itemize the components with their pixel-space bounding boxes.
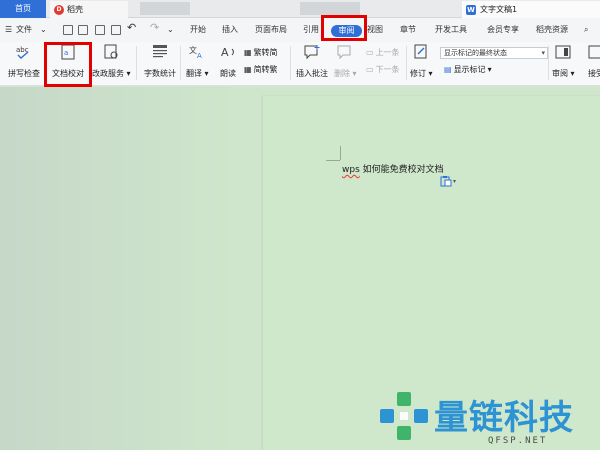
- show-markup-button[interactable]: ▤ 显示标记 ▾: [444, 64, 492, 75]
- spell-check-icon: abc: [14, 44, 34, 60]
- menu-member[interactable]: 会员专享: [487, 23, 519, 37]
- tab-docer[interactable]: D 稻壳: [50, 1, 128, 18]
- highlight-doc-proofread: [44, 42, 92, 87]
- menu-sections[interactable]: 章节: [400, 23, 416, 37]
- watermark-url: QFSP.NET: [488, 436, 548, 446]
- revise-service-button[interactable]: 改政服务 ▾: [92, 44, 131, 79]
- svg-text:文: 文: [189, 45, 197, 55]
- chevron-down-icon: ▾: [487, 65, 492, 74]
- highlight-review-tab: [321, 15, 367, 41]
- ribbon-separator: [406, 46, 407, 80]
- delete-comment-button[interactable]: 删除 ▾: [334, 44, 357, 79]
- document-text-body: 如何能免费校对文档: [359, 165, 444, 175]
- tab-docer-label: 稻壳: [67, 4, 83, 14]
- menu-bar: ☰ 文件 ⌄ ↶ ↷ ⌄ 开始 插入 页面布局 引用 审阅 视图 章节 开发工具…: [0, 18, 600, 42]
- paste-options-icon[interactable]: ▾: [440, 175, 456, 187]
- tab-home[interactable]: 首页: [0, 0, 46, 18]
- comment-add-icon: [302, 44, 322, 60]
- tab-document[interactable]: W 文字文稿1: [462, 1, 600, 18]
- menu-icon[interactable]: ☰: [5, 23, 12, 37]
- accept-label: 接受: [588, 69, 600, 78]
- review-pane-icon: [553, 44, 573, 60]
- misspelled-word: wps: [342, 165, 360, 175]
- revise-service-label: 改政服务 ▾: [92, 69, 131, 78]
- docer-logo-icon: D: [54, 4, 64, 15]
- chevron-down-icon[interactable]: ⌄: [40, 23, 47, 37]
- save-icon[interactable]: [63, 25, 73, 35]
- markup-display-select[interactable]: 显示标记的最终状态: [440, 47, 548, 59]
- menu-view[interactable]: 视图: [367, 23, 383, 37]
- wps-writer-icon: W: [466, 4, 476, 15]
- comment-delete-icon: [335, 44, 355, 60]
- translate-label: 翻译 ▾: [186, 69, 209, 78]
- prev-comment-button[interactable]: ▭ 上一条: [366, 47, 400, 58]
- to-simplified-button[interactable]: ▦ 简转繁: [244, 64, 278, 75]
- track-changes-icon: [411, 44, 431, 60]
- blurred-tab: [140, 2, 190, 15]
- redo-icon[interactable]: ↷: [150, 21, 159, 35]
- simplified-icon: ▦: [244, 65, 252, 74]
- margin-corner-mark: [340, 146, 341, 160]
- margin-corner-mark: [326, 160, 340, 161]
- prev-icon: ▭: [366, 48, 374, 57]
- undo-icon[interactable]: ↶: [127, 21, 136, 35]
- accept-button[interactable]: 接受: [586, 44, 600, 79]
- revise-service-icon: [101, 44, 121, 60]
- markup-icon: ▤: [444, 65, 452, 74]
- accept-icon: [586, 44, 600, 60]
- review-pane-button[interactable]: 审阅 ▾: [552, 44, 575, 79]
- ribbon-separator: [290, 46, 291, 80]
- search-icon[interactable]: ⌕: [584, 23, 588, 37]
- insert-comment-label: 插入批注: [296, 69, 328, 78]
- tab-bar: 首页 D 稻壳 W 文字文稿1: [0, 0, 600, 18]
- read-aloud-button[interactable]: A 朗读: [218, 44, 238, 79]
- menu-file[interactable]: 文件: [16, 23, 32, 37]
- translate-button[interactable]: 文A 翻译 ▾: [186, 44, 209, 79]
- export-icon[interactable]: [78, 25, 88, 35]
- word-count-label: 字数统计: [144, 69, 176, 78]
- svg-text:A: A: [197, 52, 202, 60]
- next-icon: ▭: [366, 65, 374, 74]
- track-changes-button[interactable]: 修订 ▾: [410, 44, 433, 79]
- watermark-title: 量链科技: [434, 398, 574, 438]
- tab-document-label: 文字文稿1: [480, 5, 518, 14]
- next-comment-button[interactable]: ▭ 下一条: [366, 64, 400, 75]
- chevron-down-icon[interactable]: ⌄: [167, 23, 174, 37]
- print-icon[interactable]: [95, 25, 105, 35]
- word-count-button[interactable]: 字数统计: [144, 44, 176, 79]
- track-changes-label: 修订 ▾: [410, 69, 433, 78]
- translate-icon: 文A: [187, 44, 207, 60]
- traditional-icon: ▦: [244, 48, 252, 57]
- spell-check-button[interactable]: abc 拼写检查: [8, 44, 40, 79]
- blurred-tab: [300, 2, 360, 15]
- watermark: 量链科技 QFSP.NET: [378, 390, 600, 450]
- menu-developer[interactable]: 开发工具: [435, 23, 467, 37]
- ribbon-separator: [548, 46, 549, 80]
- svg-text:A: A: [221, 46, 229, 59]
- menu-references[interactable]: 引用: [303, 23, 319, 37]
- to-traditional-button[interactable]: ▦ 繁转简: [244, 47, 278, 58]
- menu-insert[interactable]: 插入: [222, 23, 238, 37]
- word-count-icon: [150, 44, 170, 60]
- menu-docer-resources[interactable]: 稻壳资源: [536, 23, 568, 37]
- read-aloud-label: 朗读: [220, 69, 236, 78]
- ribbon-separator: [180, 46, 181, 80]
- delete-label: 删除 ▾: [334, 69, 357, 78]
- menu-page-layout[interactable]: 页面布局: [255, 23, 287, 37]
- ribbon-separator: [136, 46, 137, 80]
- menu-start[interactable]: 开始: [190, 23, 206, 37]
- chevron-down-icon: ▾: [453, 177, 457, 185]
- watermark-logo-icon: [380, 392, 428, 440]
- spell-check-label: 拼写检查: [8, 69, 40, 78]
- preview-icon[interactable]: [111, 25, 121, 35]
- read-aloud-icon: A: [218, 44, 238, 60]
- document-text[interactable]: wps 如何能免费校对文档: [342, 162, 444, 175]
- insert-comment-button[interactable]: 插入批注: [296, 44, 328, 79]
- review-label: 审阅 ▾: [552, 69, 575, 78]
